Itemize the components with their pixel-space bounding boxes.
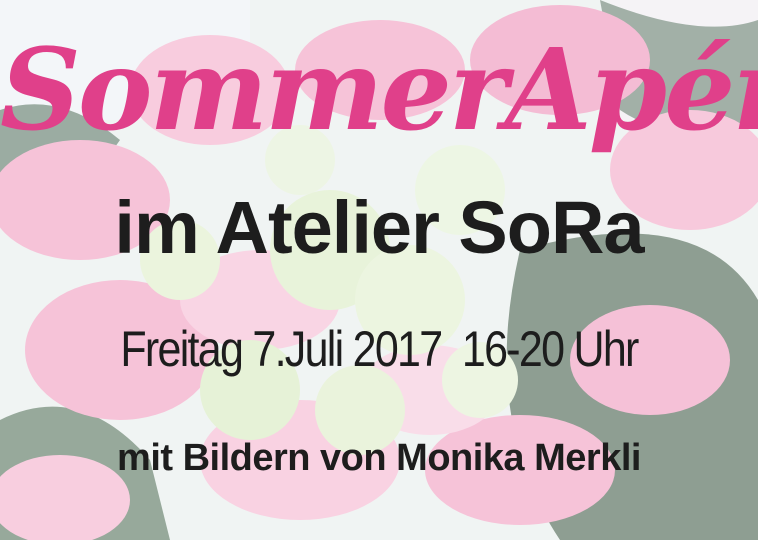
venue-line: im Atelier SoRa bbox=[114, 186, 644, 269]
date-time-line: Freitag 7.Juli 2017 16-20 Uhr bbox=[120, 321, 639, 377]
event-poster: SommerApéro im Atelier SoRa Freitag 7.Ju… bbox=[0, 0, 758, 540]
poster-title: SommerApéro bbox=[0, 25, 758, 156]
artist-line: mit Bildern von Monika Merkli bbox=[117, 437, 641, 479]
